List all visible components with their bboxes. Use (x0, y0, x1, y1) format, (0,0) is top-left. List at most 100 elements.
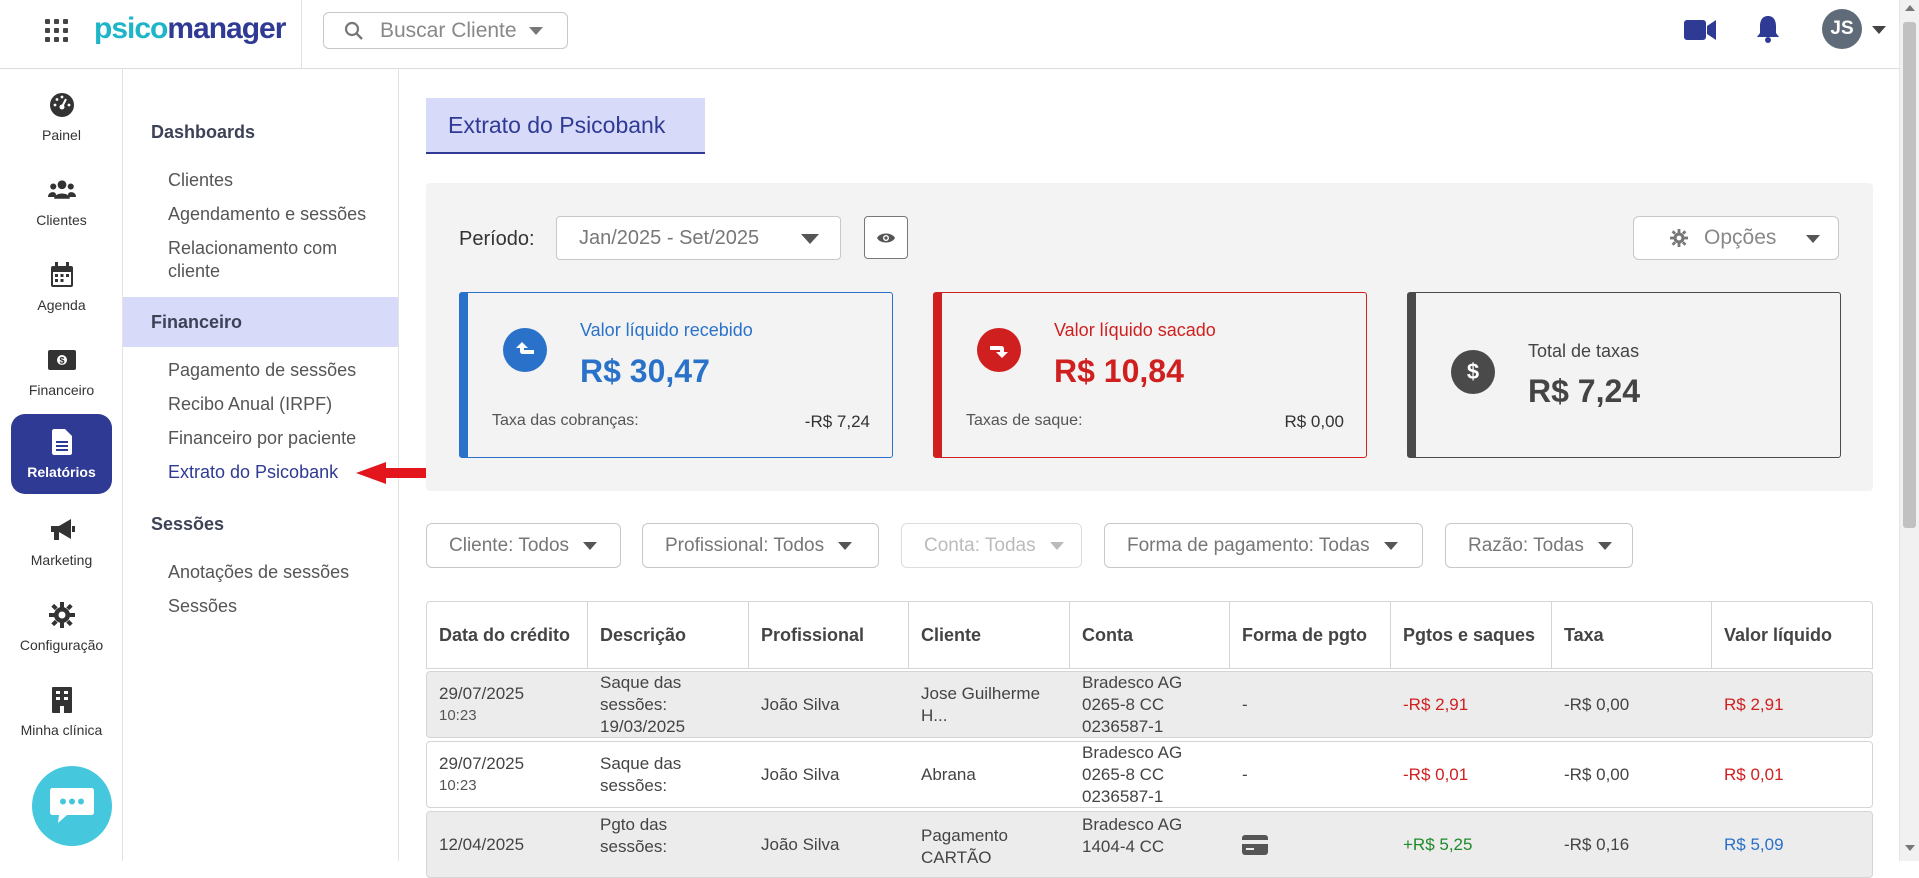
submenu-link-extrato-psicobank[interactable]: Extrato do Psicobank (168, 461, 338, 484)
cell-pgtos-saques: -R$ 0,01 (1403, 764, 1469, 784)
chevron-down-icon (528, 26, 543, 35)
dashboard-gauge-icon (48, 91, 76, 119)
dollar-circle-icon: $ (1451, 350, 1495, 394)
table-header: Data do crédito Descrição Profissional C… (426, 601, 1873, 669)
top-bar: psicomanager Buscar Cliente JS (0, 0, 1899, 69)
money-bill-icon: $ (47, 346, 76, 374)
search-client-dropdown[interactable]: Buscar Cliente (323, 12, 568, 49)
megaphone-icon (48, 516, 76, 544)
column-header[interactable]: Conta (1070, 602, 1230, 668)
cell-taxa: -R$ 0,16 (1564, 834, 1630, 854)
bell-icon[interactable] (1755, 14, 1781, 44)
card-fee-value: -R$ 7,24 (804, 412, 870, 431)
cell-valor-liquido: R$ 0,01 (1724, 764, 1784, 784)
card-value: R$ 30,47 (580, 353, 710, 389)
card-total-taxas: $ Total de taxas R$ 7,24 (1407, 292, 1841, 458)
card-title: Total de taxas (1528, 341, 1640, 361)
rail-item-agenda[interactable]: Agenda (11, 247, 112, 327)
cell-cliente: Jose Guilherme H... (921, 683, 1041, 725)
gear-icon (1670, 229, 1688, 247)
column-header[interactable]: Profissional (749, 602, 909, 668)
column-header[interactable]: Valor líquido (1712, 602, 1872, 668)
submenu-link-recibo-anual[interactable]: Recibo Anual (IRPF) (168, 393, 332, 416)
chat-support-button[interactable] (32, 766, 112, 846)
submenu-link-sessoes[interactable]: Sessões (168, 595, 237, 618)
apps-grid-icon[interactable] (45, 19, 69, 43)
card-value: R$ 7,24 (1528, 373, 1641, 409)
rail-item-label: Clientes (36, 212, 87, 228)
column-header[interactable]: Pgtos e saques (1391, 602, 1552, 668)
rail-item-marketing[interactable]: Marketing (11, 502, 112, 582)
search-placeholder: Buscar Cliente (380, 18, 517, 42)
filter-razao[interactable]: Razão: Todas (1445, 523, 1633, 568)
chevron-down-icon[interactable] (1872, 26, 1886, 34)
table-row[interactable]: 29/07/2025 10:23 Saque das sessões: João S… (426, 741, 1873, 808)
filter-conta: Conta: Todas (901, 523, 1082, 568)
column-header[interactable]: Cliente (909, 602, 1070, 668)
submenu-link-relacionamento[interactable]: Relacionamento com cliente (168, 237, 378, 283)
card-fee-value: R$ 0,00 (1284, 412, 1344, 431)
app-logo[interactable]: psicomanager (94, 12, 286, 46)
column-header[interactable]: Descrição (588, 602, 749, 668)
rail-item-clientes[interactable]: Clientes (11, 162, 112, 242)
card-title: Valor líquido sacado (1054, 320, 1216, 340)
table-row[interactable]: 12/04/2025 Pgto das sessões: João Silva P… (426, 811, 1873, 878)
cell-profissional: João Silva (761, 694, 840, 714)
chevron-down-icon (1806, 235, 1820, 243)
rail-item-label: Agenda (37, 297, 86, 313)
filter-label: Razão: Todas (1468, 534, 1584, 556)
rail-item-label: Financeiro (28, 382, 95, 398)
scroll-up-arrow[interactable] (1905, 5, 1915, 11)
video-camera-icon[interactable] (1684, 18, 1717, 42)
rail-item-label: Relatórios (27, 464, 96, 480)
page-title: Extrato do Psicobank (426, 98, 705, 154)
rail-item-painel[interactable]: Painel (11, 77, 112, 157)
filter-forma-pagamento[interactable]: Forma de pagamento: Todas (1104, 523, 1423, 568)
cell-taxa: -R$ 0,00 (1564, 694, 1630, 714)
cell-descricao: Saque das sessões: 19/03/2025 (600, 672, 686, 736)
page-scrollbar[interactable] (1899, 0, 1919, 861)
building-icon (48, 686, 76, 714)
toggle-visibility-button[interactable] (864, 216, 908, 259)
filter-cliente[interactable]: Cliente: Todos (426, 523, 621, 568)
cell-valor-liquido: R$ 5,09 (1724, 834, 1784, 854)
submenu-link-pagamento-sessoes[interactable]: Pagamento de sessões (168, 359, 356, 382)
column-header[interactable]: Taxa (1552, 602, 1712, 668)
submenu-link-agendamento[interactable]: Agendamento e sessões (168, 203, 366, 226)
cell-cliente: Abrana (921, 764, 976, 784)
opcoes-label: Opções (1704, 226, 1777, 249)
table-row[interactable]: 29/07/2025 10:23 Saque das sessões: 19/03/2… (426, 671, 1873, 738)
opcoes-button[interactable]: Opções (1633, 216, 1839, 260)
cell-valor-liquido: R$ 2,91 (1724, 694, 1784, 714)
submenu-link-clientes[interactable]: Clientes (168, 169, 233, 192)
scroll-thumb[interactable] (1903, 22, 1916, 528)
cell-conta: Bradesco AG 0265-8 CC 0236587-1 (1082, 742, 1183, 806)
submenu-section-sessoes: Sessões (151, 514, 225, 534)
chevron-down-icon (801, 234, 819, 244)
rail-item-configuracao[interactable]: Configuração (11, 587, 112, 667)
submenu-link-financeiro-paciente[interactable]: Financeiro por paciente (168, 427, 356, 450)
periodo-value: Jan/2025 - Set/2025 (579, 226, 760, 249)
cell-descricao: Saque das sessões: (600, 753, 682, 795)
rail-item-label: Painel (42, 127, 81, 143)
periodo-select[interactable]: Jan/2025 - Set/2025 (556, 216, 841, 260)
users-icon (47, 176, 76, 204)
rail-item-financeiro[interactable]: $ Financeiro (11, 332, 112, 412)
scroll-down-arrow[interactable] (1905, 845, 1915, 851)
filter-label: Cliente: Todos (449, 534, 570, 556)
column-header[interactable]: Data do crédito (427, 602, 588, 668)
cell-data: 29/07/2025 10:23 (439, 683, 525, 724)
submenu-link-anotacoes[interactable]: Anotações de sessões (168, 561, 349, 584)
chat-bubble-icon (50, 788, 94, 823)
card-fee-label: Taxas de saque: (966, 412, 1083, 429)
avatar[interactable]: JS (1822, 9, 1862, 49)
chevron-down-icon (838, 541, 853, 550)
cell-data: 29/07/2025 10:23 (439, 753, 525, 794)
cell-forma-pgto: - (1242, 694, 1248, 714)
rail-item-minha-clinica[interactable]: Minha clínica (11, 672, 112, 752)
column-header[interactable]: Forma de pgto (1230, 602, 1391, 668)
card-valor-sacado: Valor líquido sacado R$ 10,84 Taxas de s… (933, 292, 1367, 458)
filter-profissional[interactable]: Profissional: Todos (642, 523, 879, 568)
submenu-section-financeiro: Financeiro (151, 312, 243, 332)
rail-item-relatorios[interactable]: Relatórios (11, 414, 112, 494)
